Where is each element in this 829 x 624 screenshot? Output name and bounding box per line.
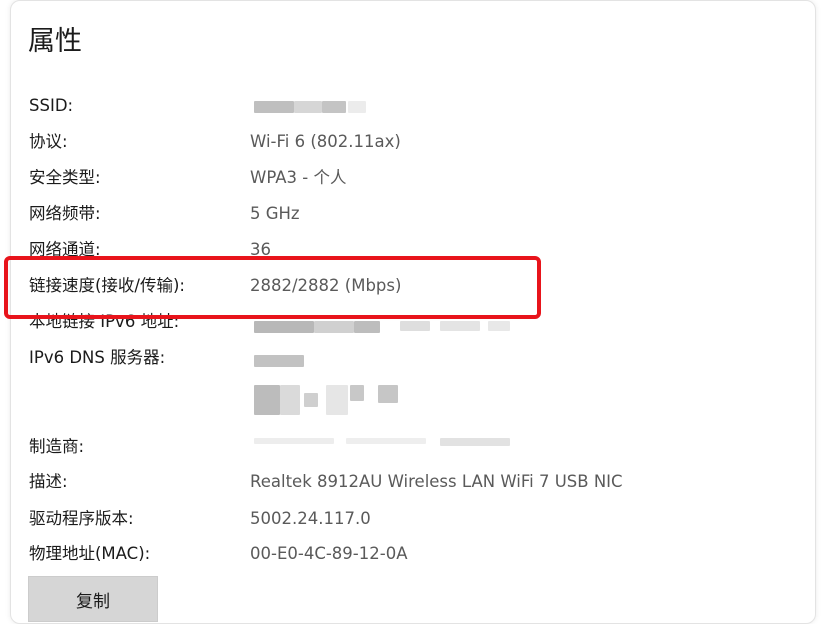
link-speed-highlight-box [4, 256, 541, 319]
property-row-security-type: 安全类型: WPA3 - 个人 [0, 163, 829, 193]
property-value: 5 GHz [250, 204, 300, 223]
property-label: SSID: [29, 96, 74, 115]
property-label: 安全类型: [29, 168, 101, 187]
property-row-ssid: SSID: [0, 91, 829, 121]
property-label: 描述: [29, 472, 68, 491]
property-label: 制造商: [29, 437, 85, 456]
property-value: Realtek 8912AU Wireless LAN WiFi 7 USB N… [250, 472, 623, 491]
property-row-manufacturer: 制造商: [0, 432, 829, 462]
property-label: 协议: [29, 132, 68, 151]
property-value: Wi-Fi 6 (802.11ax) [250, 132, 401, 151]
property-value: WPA3 - 个人 [250, 168, 347, 187]
property-value: 5002.24.117.0 [250, 509, 371, 528]
property-label: 网络频带: [29, 204, 101, 223]
page-title: 属性 [28, 26, 82, 57]
property-row-description: 描述: Realtek 8912AU Wireless LAN WiFi 7 U… [0, 467, 829, 497]
property-row-driver-version: 驱动程序版本: 5002.24.117.0 [0, 504, 829, 534]
property-row-protocol: 协议: Wi-Fi 6 (802.11ax) [0, 127, 829, 157]
property-row-network-band: 网络频带: 5 GHz [0, 199, 829, 229]
property-label: 物理地址(MAC): [29, 544, 151, 563]
property-row-ipv6-dns: IPv6 DNS 服务器: [0, 343, 829, 415]
property-value: 00-E0-4C-89-12-0A [250, 544, 408, 563]
property-label: IPv6 DNS 服务器: [29, 348, 166, 367]
property-row-mac-address: 物理地址(MAC): 00-E0-4C-89-12-0A [0, 539, 829, 569]
copy-button[interactable]: 复制 [28, 576, 158, 622]
property-label: 驱动程序版本: [29, 509, 134, 528]
